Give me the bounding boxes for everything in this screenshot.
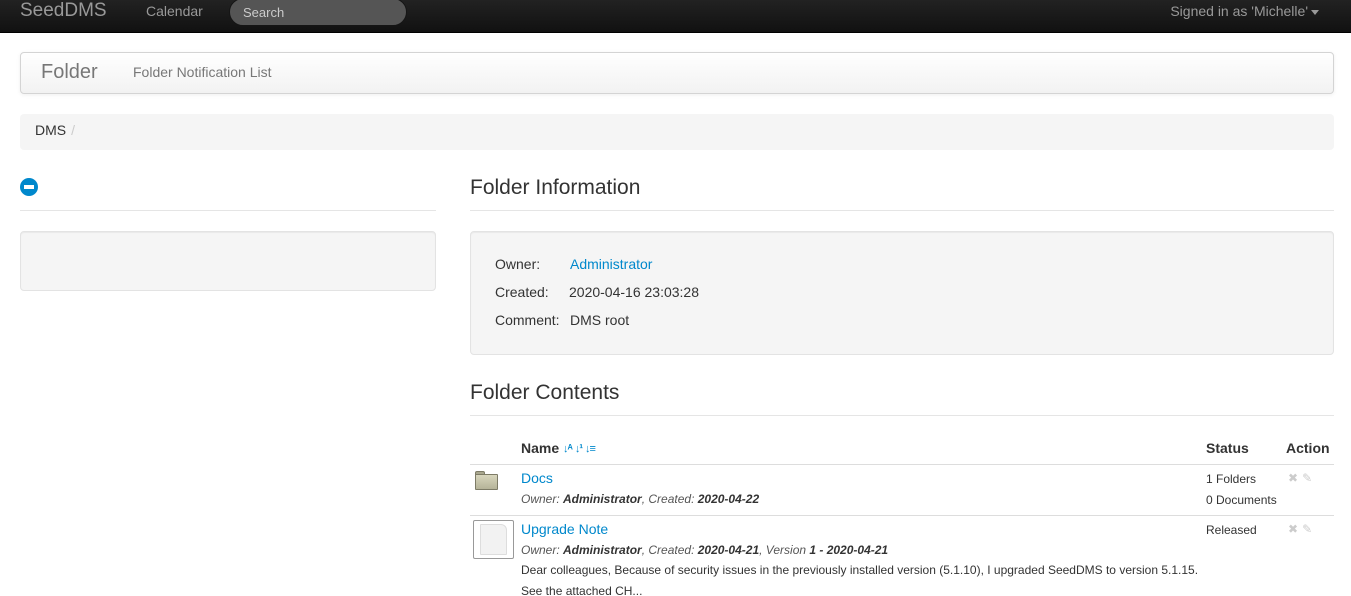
user-menu-dropdown[interactable]: Signed in as 'Michelle' (1170, 3, 1319, 19)
created-value: 2020-04-16 23:03:28 (569, 284, 699, 300)
breadcrumb-divider: / (71, 122, 76, 138)
brand-logo[interactable]: SeedDMS (20, 0, 107, 22)
sort-alpha-icon[interactable]: ↓ᴬ (563, 440, 573, 458)
sort-numeric-icon[interactable]: ↓¹ (575, 440, 583, 458)
page-title: Folder (41, 61, 98, 83)
edit-icon[interactable]: ✎ (1302, 471, 1312, 485)
folder-meta: Owner: Administrator, Created: 2020-04-2… (521, 492, 760, 506)
column-header-status: Status (1206, 440, 1249, 456)
folder-notification-list-link[interactable]: Folder Notification List (133, 64, 272, 80)
table-header-divider (470, 464, 1334, 465)
document-status: Released (1206, 523, 1257, 537)
delete-icon[interactable]: ✖ (1288, 522, 1298, 536)
column-header-action: Action (1286, 440, 1330, 456)
folder-information-panel: Owner: Administrator Created: 2020-04-16… (470, 231, 1334, 355)
document-thumbnail-icon[interactable] (473, 520, 514, 559)
created-label: Created: (495, 284, 549, 300)
search-input[interactable] (229, 0, 407, 26)
created-row: Created: 2020-04-16 23:03:28 (495, 284, 699, 300)
delete-icon[interactable]: ✖ (1288, 471, 1298, 485)
folder-contents-divider (470, 415, 1334, 416)
sort-controls: ↓ᴬ ↓¹ ↓≡ (563, 440, 596, 458)
folder-information-divider (470, 210, 1334, 211)
left-divider (20, 210, 436, 211)
caret-down-icon (1311, 9, 1319, 15)
table-row-divider (470, 515, 1334, 516)
document-comment-line2: See the attached CH... (521, 584, 643, 596)
owner-label: Owner: (495, 256, 541, 272)
column-header-name: Name (521, 440, 560, 456)
owner-row: Owner: Administrator (495, 256, 652, 272)
folder-information-heading: Folder Information (470, 176, 641, 199)
page-subnav: Folder Folder Notification List (20, 52, 1334, 94)
folder-contents-heading: Folder Contents (470, 381, 620, 404)
comment-value: DMS root (570, 312, 630, 328)
top-navbar: SeedDMS Calendar Signed in as 'Michelle' (0, 0, 1351, 33)
folder-status-folders: 1 Folders (1206, 472, 1257, 486)
folder-name-link[interactable]: Docs (521, 470, 553, 486)
breadcrumb-item-dms[interactable]: DMS (35, 122, 66, 138)
breadcrumb: DMS / (20, 114, 1334, 150)
document-meta: Owner: Administrator, Created: 2020-04-2… (521, 543, 889, 557)
folder-actions: ✖ ✎ (1288, 471, 1312, 485)
nav-calendar-link[interactable]: Calendar (146, 3, 203, 19)
user-menu-label: Signed in as 'Michelle' (1170, 3, 1308, 19)
collapse-minus-icon[interactable] (20, 178, 38, 196)
folder-status-documents: 0 Documents (1206, 493, 1277, 507)
document-actions: ✖ ✎ (1288, 522, 1312, 536)
comment-label: Comment: (495, 312, 560, 328)
document-comment-line1: Dear colleagues, Because of security iss… (521, 563, 1199, 577)
sort-list-icon[interactable]: ↓≡ (585, 440, 596, 458)
edit-icon[interactable]: ✎ (1302, 522, 1312, 536)
document-name-link[interactable]: Upgrade Note (521, 521, 608, 537)
comment-row: Comment: DMS root (495, 312, 629, 328)
folder-tree-panel (20, 231, 436, 291)
owner-link[interactable]: Administrator (570, 256, 652, 272)
folder-icon[interactable] (475, 471, 498, 490)
